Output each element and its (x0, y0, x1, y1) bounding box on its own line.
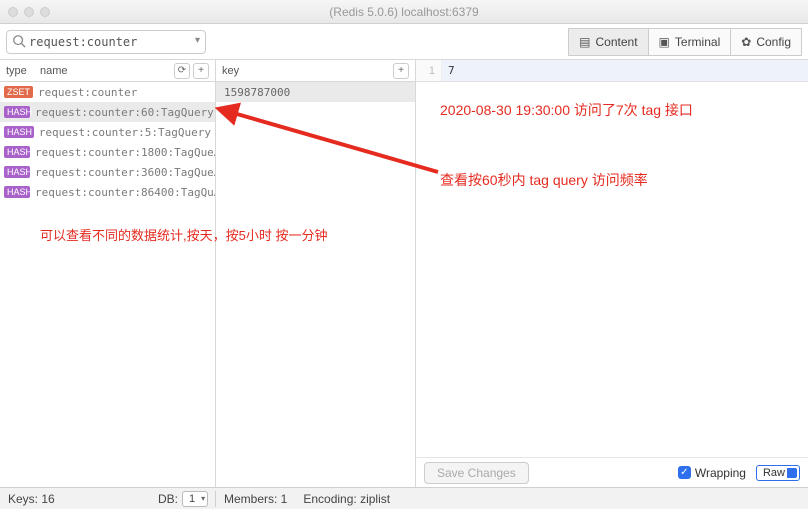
type-badge: HASH (4, 106, 30, 118)
tab-label: Terminal (675, 35, 720, 49)
column-key: key (222, 65, 239, 77)
key-row[interactable]: HASH request:counter:5:TagQuery (0, 122, 215, 142)
toolbar: ▾ ▤ Content ▣ Terminal ✿ Config (0, 24, 808, 60)
wrapping-toggle[interactable]: ✓ Wrapping (678, 466, 746, 480)
key-name: request:counter:60:TagQuery (35, 106, 214, 119)
statusbar: Keys: 16 DB: 1 Members: 1 Encoding: zipl… (0, 487, 808, 509)
editor-line: 1 7 (416, 60, 808, 82)
key-name: request:counter (38, 86, 137, 99)
status-encoding: Encoding: ziplist (295, 492, 398, 506)
key-name: request:counter:5:TagQuery (39, 126, 211, 139)
tab-terminal[interactable]: ▣ Terminal (648, 28, 732, 56)
db-select[interactable]: 1 (182, 491, 208, 507)
type-badge: HASH (4, 186, 30, 198)
terminal-icon: ▣ (659, 35, 670, 49)
refresh-button[interactable]: ⟳ (174, 63, 190, 79)
key-row[interactable]: HASH request:counter:1800:TagQue… (0, 142, 215, 162)
key-list: ZSETrequest:counterHASHrequest:counter:6… (0, 82, 215, 487)
type-badge: HASH (4, 166, 30, 178)
key-name: request:counter:86400:TagQu… (35, 186, 215, 199)
key-row[interactable]: HASH request:counter:3600:TagQue… (0, 162, 215, 182)
status-members: Members: 1 (216, 492, 295, 506)
type-badge: ZSET (4, 86, 33, 98)
window-title: (Redis 5.0.6) localhost:6379 (0, 5, 808, 19)
tab-label: Content (596, 35, 638, 49)
main-area: type name ⟳ + ZSETrequest:counterHASHreq… (0, 60, 808, 487)
key-row[interactable]: HASH request:counter:86400:TagQu… (0, 182, 215, 202)
search-icon (12, 34, 26, 51)
value-editor-panel: 1 7 Save Changes ✓ Wrapping Raw (416, 60, 808, 487)
hash-keys-panel: key + 1598787000 (216, 60, 416, 487)
key-row[interactable]: HASH request:counter:60:TagQuery (0, 102, 215, 122)
gear-icon: ✿ (741, 35, 751, 49)
document-icon: ▤ (579, 35, 590, 49)
format-select[interactable]: Raw (756, 465, 800, 481)
hash-field-row[interactable]: 1598787000 (216, 82, 415, 102)
column-type: type (6, 65, 40, 77)
checkbox-icon: ✓ (678, 466, 691, 479)
add-field-button[interactable]: + (393, 63, 409, 79)
type-badge: HASH (4, 126, 34, 138)
key-name: request:counter:3600:TagQue… (35, 166, 215, 179)
hash-field-value: 1598787000 (224, 86, 290, 99)
titlebar: (Redis 5.0.6) localhost:6379 (0, 0, 808, 24)
save-button[interactable]: Save Changes (424, 462, 529, 484)
db-label: DB: (158, 492, 178, 506)
status-db: DB: 1 (150, 491, 216, 507)
key-row[interactable]: ZSET request:counter (0, 82, 215, 102)
line-number: 1 (416, 60, 442, 81)
format-label: Raw (763, 467, 785, 479)
view-tabs: ▤ Content ▣ Terminal ✿ Config (569, 28, 802, 56)
tab-config[interactable]: ✿ Config (730, 28, 802, 56)
editor-body[interactable] (416, 82, 808, 457)
column-name: name (40, 65, 68, 77)
type-badge: HASH (4, 146, 30, 158)
search-field-wrap: ▾ (6, 30, 206, 54)
search-input[interactable] (6, 30, 206, 54)
wrapping-label: Wrapping (695, 466, 746, 480)
editor-content[interactable]: 7 (442, 60, 808, 81)
status-keys: Keys: 16 (0, 492, 150, 506)
tab-content[interactable]: ▤ Content (568, 28, 648, 56)
chevron-down-icon[interactable]: ▾ (195, 35, 200, 46)
hash-header: key + (216, 60, 415, 82)
tab-label: Config (756, 35, 791, 49)
add-key-button[interactable]: + (193, 63, 209, 79)
sidebar-header: type name ⟳ + (0, 60, 215, 82)
key-name: request:counter:1800:TagQue… (35, 146, 215, 159)
editor-footer: Save Changes ✓ Wrapping Raw (416, 457, 808, 487)
db-value: 1 (189, 493, 195, 505)
sidebar-keys: type name ⟳ + ZSETrequest:counterHASHreq… (0, 60, 216, 487)
